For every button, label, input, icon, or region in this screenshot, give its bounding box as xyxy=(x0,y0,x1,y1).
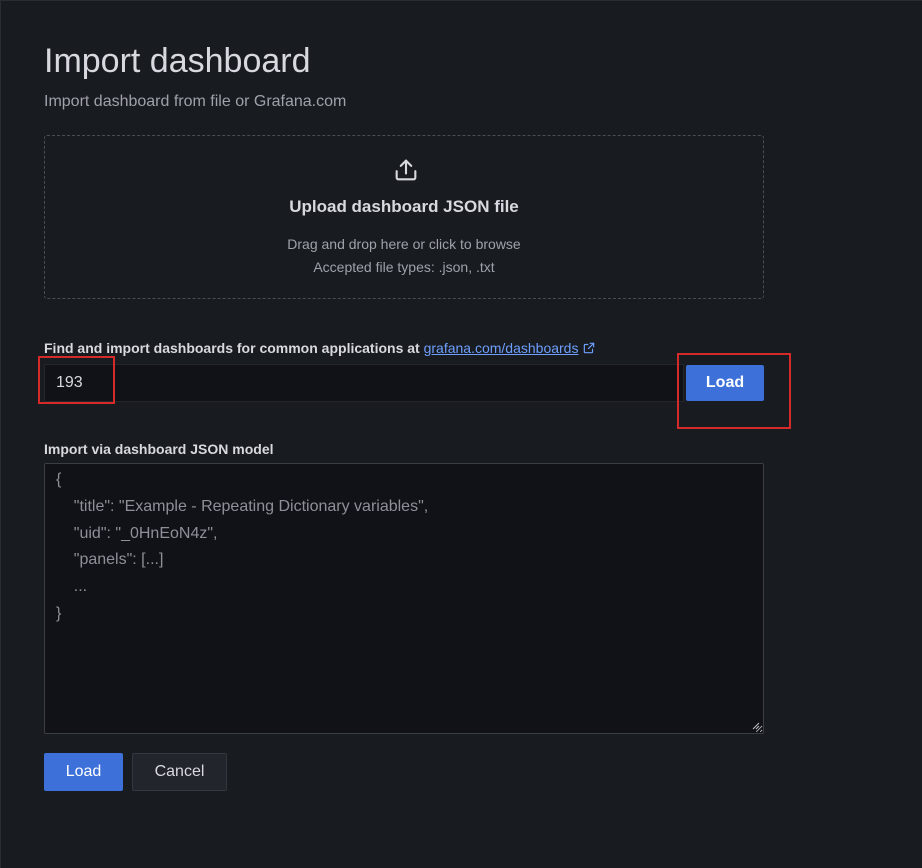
cancel-button[interactable]: Cancel xyxy=(132,753,227,791)
page-title: Import dashboard xyxy=(44,42,311,80)
grafana-com-label-text: Find and import dashboards for common ap… xyxy=(44,340,424,356)
upload-dropzone[interactable]: Upload dashboard JSON file Drag and drop… xyxy=(44,135,764,299)
upload-icon xyxy=(395,159,417,181)
grafana-dashboard-id-input[interactable] xyxy=(44,364,684,402)
page-subtitle: Import dashboard from file or Grafana.co… xyxy=(44,93,347,110)
load-grafana-dashboard-button[interactable]: Load xyxy=(686,365,764,401)
external-link-icon[interactable] xyxy=(582,341,596,355)
resize-handle-icon[interactable] xyxy=(752,722,760,730)
json-model-label: Import via dashboard JSON model xyxy=(44,441,274,457)
grafana-com-dashboards-link[interactable]: grafana.com/dashboards xyxy=(424,340,579,356)
upload-title: Upload dashboard JSON file xyxy=(289,197,519,216)
upload-hint-file-types: Accepted file types: .json, .txt xyxy=(313,259,495,275)
grafana-com-label: Find and import dashboards for common ap… xyxy=(44,338,596,358)
load-json-button[interactable]: Load xyxy=(44,753,123,791)
upload-hint-browse: Drag and drop here or click to browse xyxy=(287,236,521,252)
import-dashboard-page: Import dashboard Import dashboard from f… xyxy=(0,0,922,868)
json-model-textarea[interactable]: { "title": "Example - Repeating Dictiona… xyxy=(44,463,764,734)
